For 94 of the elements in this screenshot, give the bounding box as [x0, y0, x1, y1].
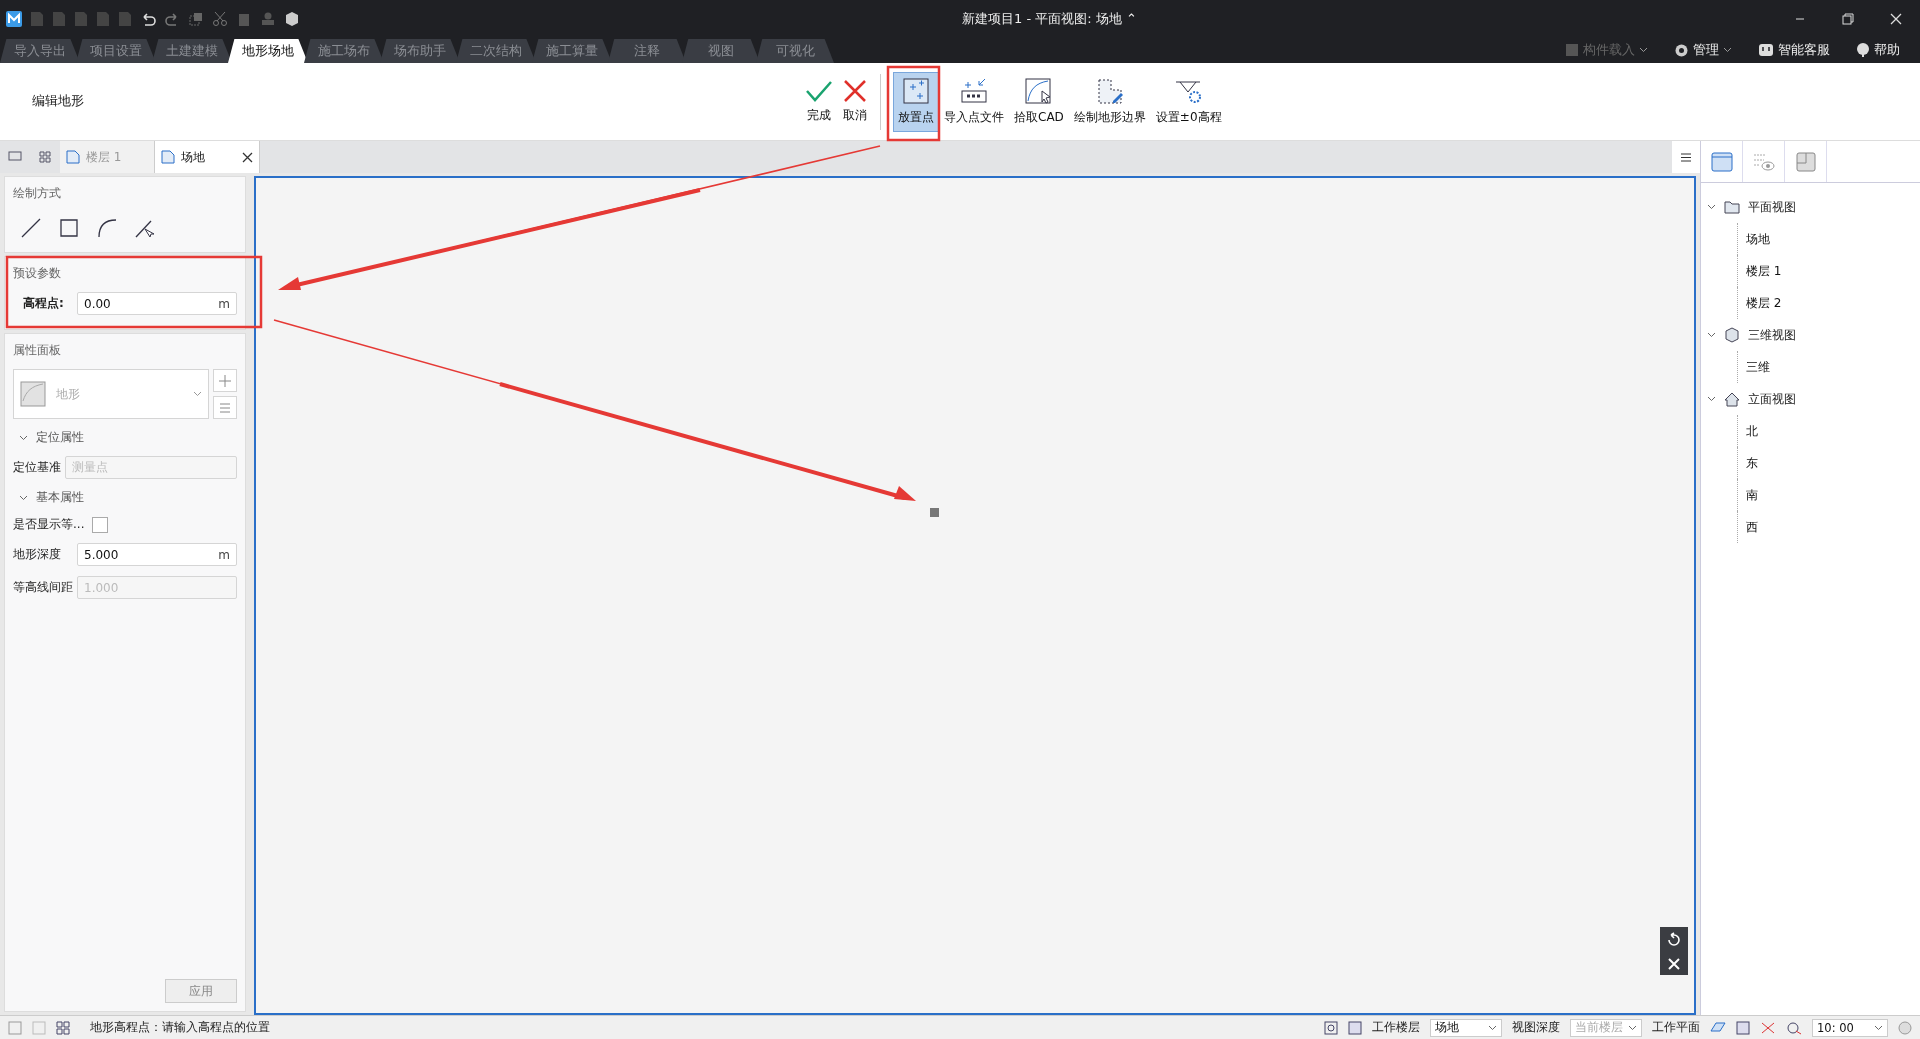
expand-caret-icon[interactable]: [1707, 332, 1716, 338]
house-icon: [1724, 391, 1740, 407]
expand-caret-icon[interactable]: [1707, 204, 1716, 210]
group-header[interactable]: 基本属性: [13, 489, 237, 506]
terrain-icon: [20, 381, 46, 407]
app-logo-icon: [6, 10, 22, 27]
field-label: 地形深度: [13, 546, 62, 563]
plan-view-icon: [66, 150, 80, 164]
expand-caret-icon[interactable]: [1707, 396, 1716, 402]
rotate-icon[interactable]: [1666, 931, 1682, 948]
status-label: 视图深度: [1512, 1020, 1560, 1035]
check-icon: [805, 79, 833, 103]
caret-icon: [19, 494, 28, 501]
undo-icon[interactable]: [140, 10, 156, 27]
caret-icon: [1723, 47, 1732, 53]
field-label: 高程点:: [23, 295, 65, 312]
context-label: 编辑地形: [31, 93, 85, 110]
plan-view-icon: [161, 150, 175, 164]
zoom-fit-icon[interactable]: [1324, 1020, 1338, 1035]
view-tab[interactable]: 场地: [155, 141, 260, 173]
tree-item[interactable]: 三维视图: [1748, 326, 1796, 344]
tree-item[interactable]: 楼层 1: [1737, 255, 1914, 287]
tree-item[interactable]: 南: [1737, 479, 1914, 511]
file-icon[interactable]: [30, 10, 44, 27]
status-label: 工作平面: [1652, 1020, 1700, 1035]
window-title: 新建项目1 - 平面视图: 场地 ⌃: [962, 10, 1137, 28]
point-marker: [930, 508, 939, 517]
ribbon-button[interactable]: 取消: [838, 71, 872, 132]
close-icon: [843, 79, 867, 103]
toolbar-button[interactable]: 帮助: [1850, 40, 1906, 60]
ribbon-button[interactable]: 完成: [800, 71, 838, 132]
tree-item[interactable]: 场地: [1737, 223, 1914, 255]
menu-icon[interactable]: [1672, 141, 1700, 173]
toolbar-button[interactable]: 智能客服: [1752, 40, 1836, 60]
filter-off-icon[interactable]: [1786, 1020, 1802, 1035]
toolbar-button[interactable]: 管理: [1668, 40, 1738, 60]
tree-item[interactable]: 东: [1737, 447, 1914, 479]
grid-icon[interactable]: [56, 1020, 70, 1035]
line-tool-icon[interactable]: [19, 216, 43, 240]
window-icon[interactable]: [1710, 151, 1733, 172]
property-field[interactable]: 5.000 m: [77, 543, 237, 566]
caret-icon: [1488, 1024, 1497, 1031]
cad-pick-icon: [1023, 77, 1054, 105]
file-icon[interactable]: [118, 10, 132, 27]
tree-item[interactable]: 平面视图: [1748, 198, 1796, 216]
ribbon-button[interactable]: 绘制地形边界: [1068, 71, 1151, 132]
snap-off-icon[interactable]: [1760, 1020, 1776, 1035]
tree-item[interactable]: 西: [1737, 511, 1914, 543]
caret-icon: [1874, 1024, 1883, 1031]
group-header[interactable]: 定位属性: [13, 429, 237, 446]
list-icon[interactable]: [219, 402, 231, 413]
ribbon-button[interactable]: 设置±0高程: [1150, 71, 1227, 132]
cut-icon[interactable]: [212, 10, 228, 27]
work-plane-icon[interactable]: [1710, 1020, 1726, 1035]
scale-select[interactable]: 10: 00: [1812, 1018, 1888, 1037]
close-icon[interactable]: [242, 151, 253, 163]
field-label: 是否显示等...: [13, 516, 85, 533]
tree-item[interactable]: 楼层 2: [1737, 287, 1914, 319]
status-message: 地形高程点：请输入高程点的位置: [90, 1020, 270, 1035]
arc-tool-icon[interactable]: [95, 216, 119, 240]
select-icon[interactable]: [188, 10, 204, 27]
points-icon: [902, 77, 930, 105]
caret-icon: [1628, 1024, 1637, 1031]
section-title: 预设参数: [13, 265, 62, 282]
status-label: 工作楼层: [1372, 1020, 1420, 1035]
floor-select[interactable]: 场地: [1430, 1018, 1502, 1037]
folder-icon: [1724, 200, 1740, 214]
ribbon-button[interactable]: 拾取CAD: [1009, 71, 1069, 132]
file-icon[interactable]: [74, 10, 88, 27]
tree-item[interactable]: 北: [1737, 415, 1914, 447]
caret-icon: [193, 391, 202, 397]
section-title: 属性面板: [13, 342, 62, 359]
cube-icon: [1724, 327, 1740, 343]
visibility-icon[interactable]: [1752, 151, 1775, 172]
redo-icon[interactable]: [164, 10, 180, 27]
tree-item[interactable]: 立面视图: [1748, 390, 1796, 408]
txt-file-icon: [959, 77, 989, 105]
chat-icon: [1758, 43, 1774, 57]
section-title: 绘制方式: [13, 185, 62, 202]
rect-tool-icon[interactable]: [57, 216, 81, 240]
switch-caret-icon[interactable]: ⌃: [1125, 11, 1137, 26]
ribbon-button[interactable]: 放置点: [893, 71, 939, 132]
caret-icon: [1639, 47, 1648, 53]
caret-icon: [19, 434, 28, 441]
add-icon[interactable]: [219, 374, 231, 387]
elevation-field[interactable]: 0.00 m: [77, 292, 237, 315]
tree-item[interactable]: 三维: [1737, 351, 1914, 383]
file-icon[interactable]: [96, 10, 110, 27]
menu-tab[interactable]: 地形场地: [228, 39, 308, 63]
cube-icon[interactable]: [284, 10, 300, 27]
ribbon-button[interactable]: 导入点文件: [939, 71, 1009, 132]
checkbox[interactable]: [92, 516, 109, 533]
restore-icon[interactable]: [1842, 12, 1854, 25]
file-icon[interactable]: [52, 10, 66, 27]
